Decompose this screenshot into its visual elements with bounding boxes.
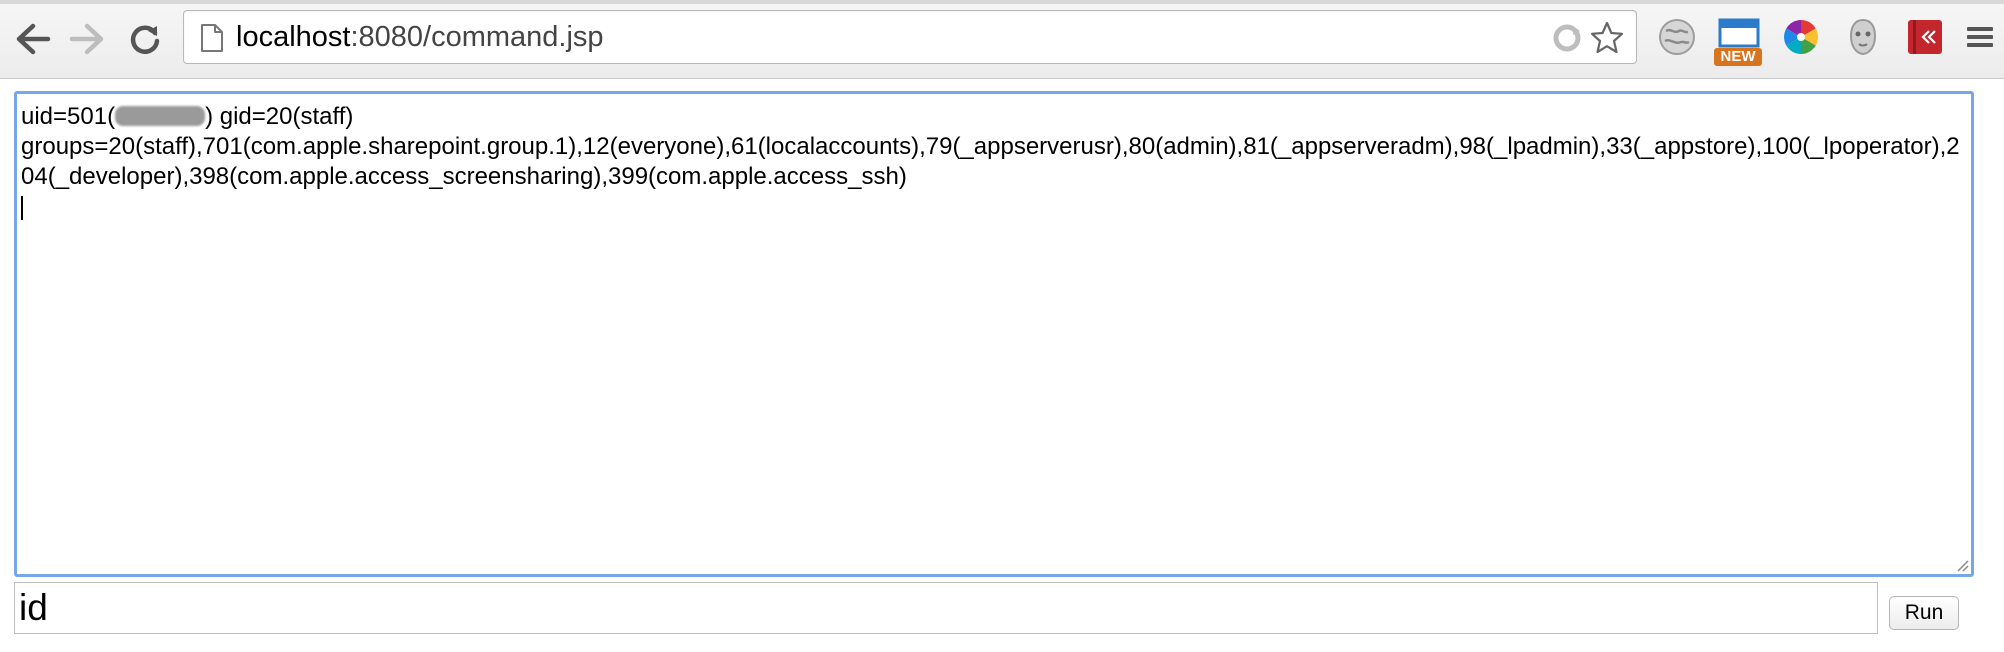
address-bar[interactable]: localhost:8080/command.jsp	[183, 10, 1637, 64]
run-button[interactable]: Run	[1889, 596, 1959, 630]
page-icon	[201, 24, 223, 52]
extension-color-wheel[interactable]	[1779, 15, 1823, 59]
command-input[interactable]: id	[14, 582, 1878, 634]
output-groups-line: groups=20(staff),701(com.apple.sharepoin…	[21, 133, 1960, 190]
refresh-circle-icon	[1553, 24, 1581, 52]
command-output-textarea[interactable]: uid=501( ) gid=20(staff) groups=20(staff)…	[14, 91, 1974, 577]
new-badge: NEW	[1714, 48, 1762, 66]
extension-globe[interactable]	[1655, 15, 1699, 59]
star-icon	[1590, 21, 1624, 54]
forward-button[interactable]	[62, 14, 112, 64]
url-text: localhost:8080/command.jsp	[236, 22, 604, 52]
redacted-username	[115, 106, 206, 126]
extension-ghost[interactable]	[1841, 15, 1885, 59]
extension-red-book[interactable]	[1903, 15, 1947, 59]
page-action-button[interactable]	[1548, 19, 1586, 57]
bookmark-star-button[interactable]	[1588, 19, 1626, 57]
new-tab-extension-icon	[1718, 18, 1760, 48]
color-wheel-icon	[1784, 20, 1818, 54]
hamburger-menu-icon	[1967, 27, 1993, 47]
globe-icon	[1659, 19, 1695, 55]
url-host: localhost	[236, 21, 351, 53]
url-path: :8080/command.jsp	[350, 21, 604, 53]
browser-menu-button[interactable]	[1960, 15, 2000, 59]
output-uid-line: uid=501( ) gid=20(staff)	[21, 102, 1967, 132]
reload-icon	[130, 25, 160, 54]
ghost-icon	[1849, 18, 1877, 56]
output-uid-prefix: uid=501(	[21, 103, 116, 130]
forward-arrow-icon	[69, 23, 104, 55]
extension-new-tab[interactable]: NEW	[1714, 14, 1764, 66]
reload-button[interactable]	[120, 14, 170, 64]
output-uid-suffix: ) gid=20(staff)	[205, 103, 354, 130]
red-book-extension-icon	[1908, 20, 1942, 54]
resize-grip-icon[interactable]	[1955, 558, 1969, 572]
text-caret	[21, 196, 23, 220]
browser-toolbar: localhost:8080/command.jsp NEW	[0, 0, 2004, 79]
back-arrow-icon	[16, 23, 51, 55]
tab-strip-edge	[0, 0, 2004, 4]
back-button[interactable]	[8, 14, 58, 64]
